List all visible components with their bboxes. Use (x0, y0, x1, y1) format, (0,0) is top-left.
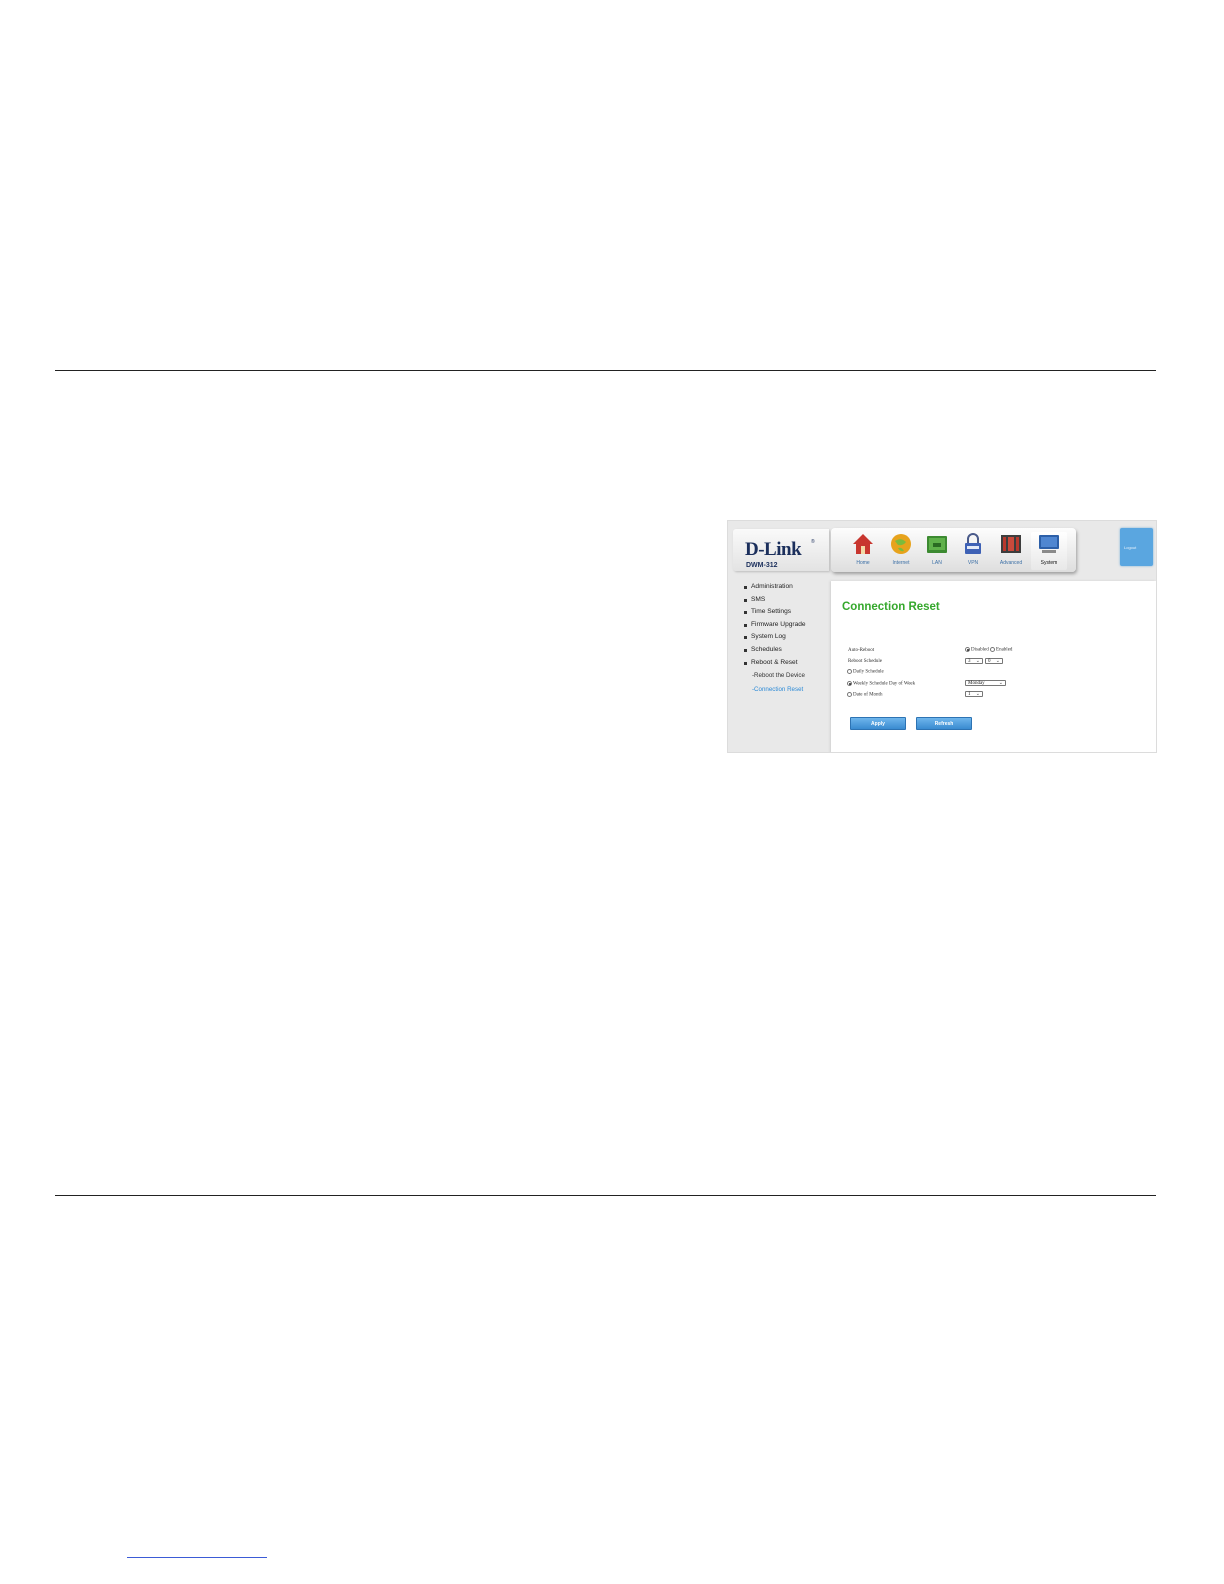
nav-vpn[interactable]: VPN (955, 532, 991, 570)
nav-internet[interactable]: Internet (883, 532, 919, 570)
lock-icon (965, 533, 981, 554)
auto-reboot-enabled-radio[interactable] (990, 647, 996, 652)
nav-home[interactable]: Home (845, 532, 881, 570)
top-nav-bar: Home Internet LAN VPN Advanced System (831, 528, 1076, 572)
apply-button[interactable]: Apply (850, 717, 906, 730)
date-of-month-select[interactable]: 1 ⌄ (965, 691, 983, 697)
advanced-icon (1001, 535, 1021, 553)
refresh-button[interactable]: Refresh (916, 717, 972, 730)
disabled-label: Disabled (971, 647, 989, 653)
nav-lan[interactable]: LAN (919, 532, 955, 570)
nav-label-internet: Internet (892, 560, 910, 566)
sidebar-item-label: Firmware Upgrade (751, 620, 806, 628)
daily-schedule-radio[interactable] (847, 669, 852, 674)
enabled-label: Enabled (996, 647, 1013, 653)
nav-advanced[interactable]: Advanced (993, 532, 1029, 570)
bottom-divider (55, 1195, 1156, 1196)
date-of-month-radio[interactable] (847, 692, 852, 697)
sidebar-item-administration[interactable]: Administration (734, 581, 826, 594)
dlink-logo: D-Link (745, 539, 802, 560)
chevron-down-icon: ⌄ (998, 680, 1003, 686)
nav-system[interactable]: System (1031, 532, 1067, 570)
top-divider (55, 370, 1156, 371)
auto-reboot-options: Disabled Enabled (965, 647, 1012, 653)
reboot-hour-value: 3 (968, 659, 971, 664)
sidebar-item-label: System Log (751, 633, 786, 641)
reboot-hour-select[interactable]: 3 ⌄ (965, 658, 983, 664)
reboot-schedule-label: Reboot Schedule (848, 659, 883, 664)
daily-schedule-label: Daily Schedule (853, 669, 884, 675)
auto-reboot-disabled-radio[interactable] (965, 647, 970, 652)
model-name: DWM-312 (746, 562, 778, 569)
weekly-day-select[interactable]: Monday ⌄ (965, 680, 1006, 686)
date-of-month-value: 1 (968, 692, 971, 697)
bullet-icon (744, 611, 747, 615)
daily-schedule-row: Daily Schedule (847, 669, 884, 675)
sidebar: Administration SMS Time Settings Firmwar… (734, 581, 826, 697)
reboot-minute-select[interactable]: 0 ⌄ (985, 658, 1003, 664)
page-title: Connection Reset (842, 601, 940, 613)
bullet-icon (744, 598, 747, 602)
sidebar-item-label: Time Settings (751, 608, 792, 616)
logout-button[interactable]: Logout (1120, 528, 1153, 566)
nav-label-lan: LAN (932, 560, 942, 566)
sidebar-item-time-settings[interactable]: Time Settings (734, 606, 826, 619)
lan-icon (927, 536, 947, 553)
home-icon (853, 534, 873, 554)
chevron-down-icon: ⌄ (975, 658, 980, 664)
date-of-month-label: Date of Month (853, 692, 883, 698)
sidebar-item-label: Administration (751, 583, 793, 590)
bullet-icon (744, 648, 747, 652)
bullet-icon (744, 623, 747, 627)
sidebar-item-reboot-reset[interactable]: Reboot & Reset (734, 657, 826, 670)
logo-panel: D-Link ® DWM-312 (733, 529, 829, 571)
sidebar-subitem-reboot-device[interactable]: -Reboot the Device (734, 669, 826, 683)
sidebar-item-sms[interactable]: SMS (734, 594, 826, 607)
weekly-day-value: Monday (968, 681, 985, 686)
sidebar-item-label: Schedules (751, 645, 782, 653)
date-of-month-row: Date of Month (847, 692, 882, 698)
sidebar-item-label: SMS (751, 595, 766, 603)
sidebar-item-firmware-upgrade[interactable]: Firmware Upgrade (734, 619, 826, 632)
main-content: Connection Reset Auto-Reboot Disabled En… (831, 581, 1156, 752)
weekly-schedule-radio[interactable] (847, 681, 852, 686)
nav-label-vpn: VPN (967, 560, 979, 566)
weekly-schedule-label: Weekly Schedule Day of Week (853, 681, 916, 687)
bullet-icon (744, 636, 747, 640)
footer-link-underline[interactable] (127, 1557, 267, 1558)
logout-label: Logout (1124, 545, 1137, 550)
nav-label-advanced: Advanced (999, 560, 1023, 566)
sidebar-item-system-log[interactable]: System Log (734, 631, 826, 644)
sidebar-item-schedules[interactable]: Schedules (734, 644, 826, 657)
router-ui-screenshot: D-Link ® DWM-312 Home Internet LAN VPN A… (727, 520, 1157, 753)
chevron-down-icon: ⌄ (975, 691, 980, 697)
globe-icon (891, 534, 911, 554)
registered-mark: ® (811, 539, 815, 545)
bullet-icon (744, 586, 747, 589)
bullet-icon (744, 661, 747, 665)
nav-label-system: System (1040, 560, 1058, 566)
chevron-down-icon: ⌄ (995, 658, 1000, 664)
auto-reboot-label: Auto-Reboot (848, 648, 875, 653)
nav-label-home: Home (856, 560, 870, 566)
sidebar-subitem-connection-reset[interactable]: -Connection Reset (734, 683, 826, 697)
monitor-icon (1039, 535, 1059, 553)
reboot-minute-value: 0 (988, 659, 991, 664)
weekly-schedule-row: Weekly Schedule Day of Week (847, 681, 915, 687)
sidebar-item-label: Reboot & Reset (751, 658, 798, 666)
